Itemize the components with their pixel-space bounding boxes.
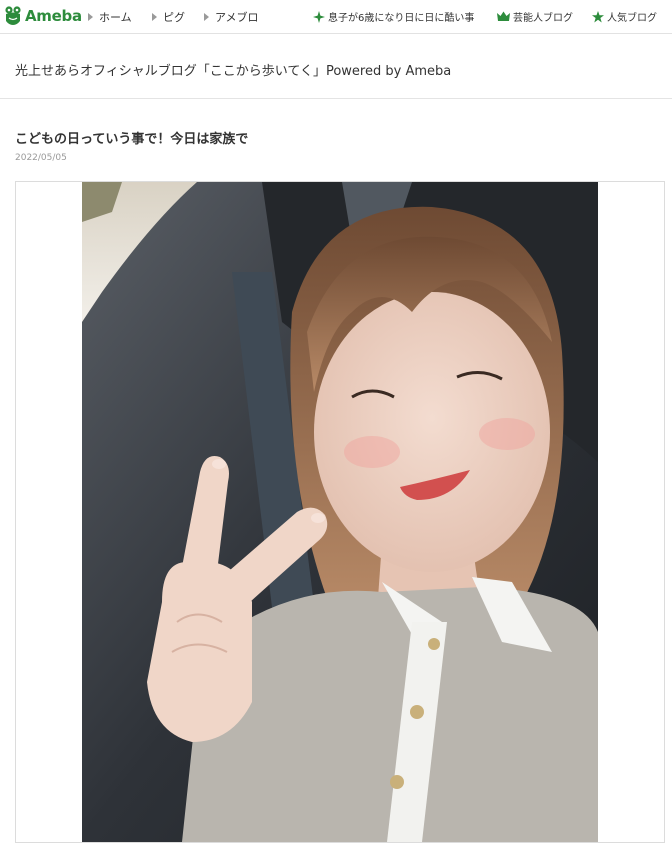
nav-home-link[interactable]: ホーム <box>88 9 132 25</box>
entry-date: 2022/05/05 <box>15 153 67 163</box>
star-icon <box>592 10 607 23</box>
ameba-frog-icon <box>4 5 22 27</box>
crown-icon <box>497 11 513 22</box>
triangle-right-icon <box>88 13 93 21</box>
nav-ameblo-link[interactable]: アメブロ <box>204 9 258 25</box>
ameba-logo[interactable]: Ameba <box>4 5 82 27</box>
news-topic-link[interactable]: 息子が6歳になり日に日に酷い事 <box>313 9 474 24</box>
blog-header: 光上せあらオフィシャルブログ「ここから歩いてく」Powered by Ameba <box>0 34 672 99</box>
blog-title-link[interactable]: 光上せあらオフィシャルブログ「ここから歩いてく」Powered by Ameba <box>15 60 451 79</box>
entry-photo[interactable] <box>82 182 598 842</box>
celeb-blog-label: 芸能人ブログ <box>513 13 573 24</box>
nav-pigg-link[interactable]: ピグ <box>152 9 185 25</box>
top-navigation-bar: Ameba ホーム ピグ アメブロ 息子が6歳になり日に日に酷い事 芸能人ブログ <box>0 0 672 34</box>
popular-blog-link[interactable]: 人気ブログ <box>592 9 657 24</box>
triangle-right-icon <box>204 13 209 21</box>
entry-photo-frame <box>15 181 665 843</box>
nav-home-label: ホーム <box>99 11 132 24</box>
nav-ameblo-label: アメブロ <box>215 11 259 24</box>
ameba-logo-text: Ameba <box>25 7 82 25</box>
nav-pigg-label: ピグ <box>163 11 185 24</box>
green-sparkle-icon <box>313 10 328 23</box>
news-topic-label: 息子が6歳になり日に日に酷い事 <box>328 13 475 24</box>
celeb-blog-link[interactable]: 芸能人ブログ <box>497 9 573 24</box>
triangle-right-icon <box>152 13 157 21</box>
selfie-photo-illustration <box>82 182 598 842</box>
popular-blog-label: 人気ブログ <box>607 13 657 24</box>
entry-title[interactable]: こどもの日っていう事で！今日は家族で <box>15 128 248 147</box>
